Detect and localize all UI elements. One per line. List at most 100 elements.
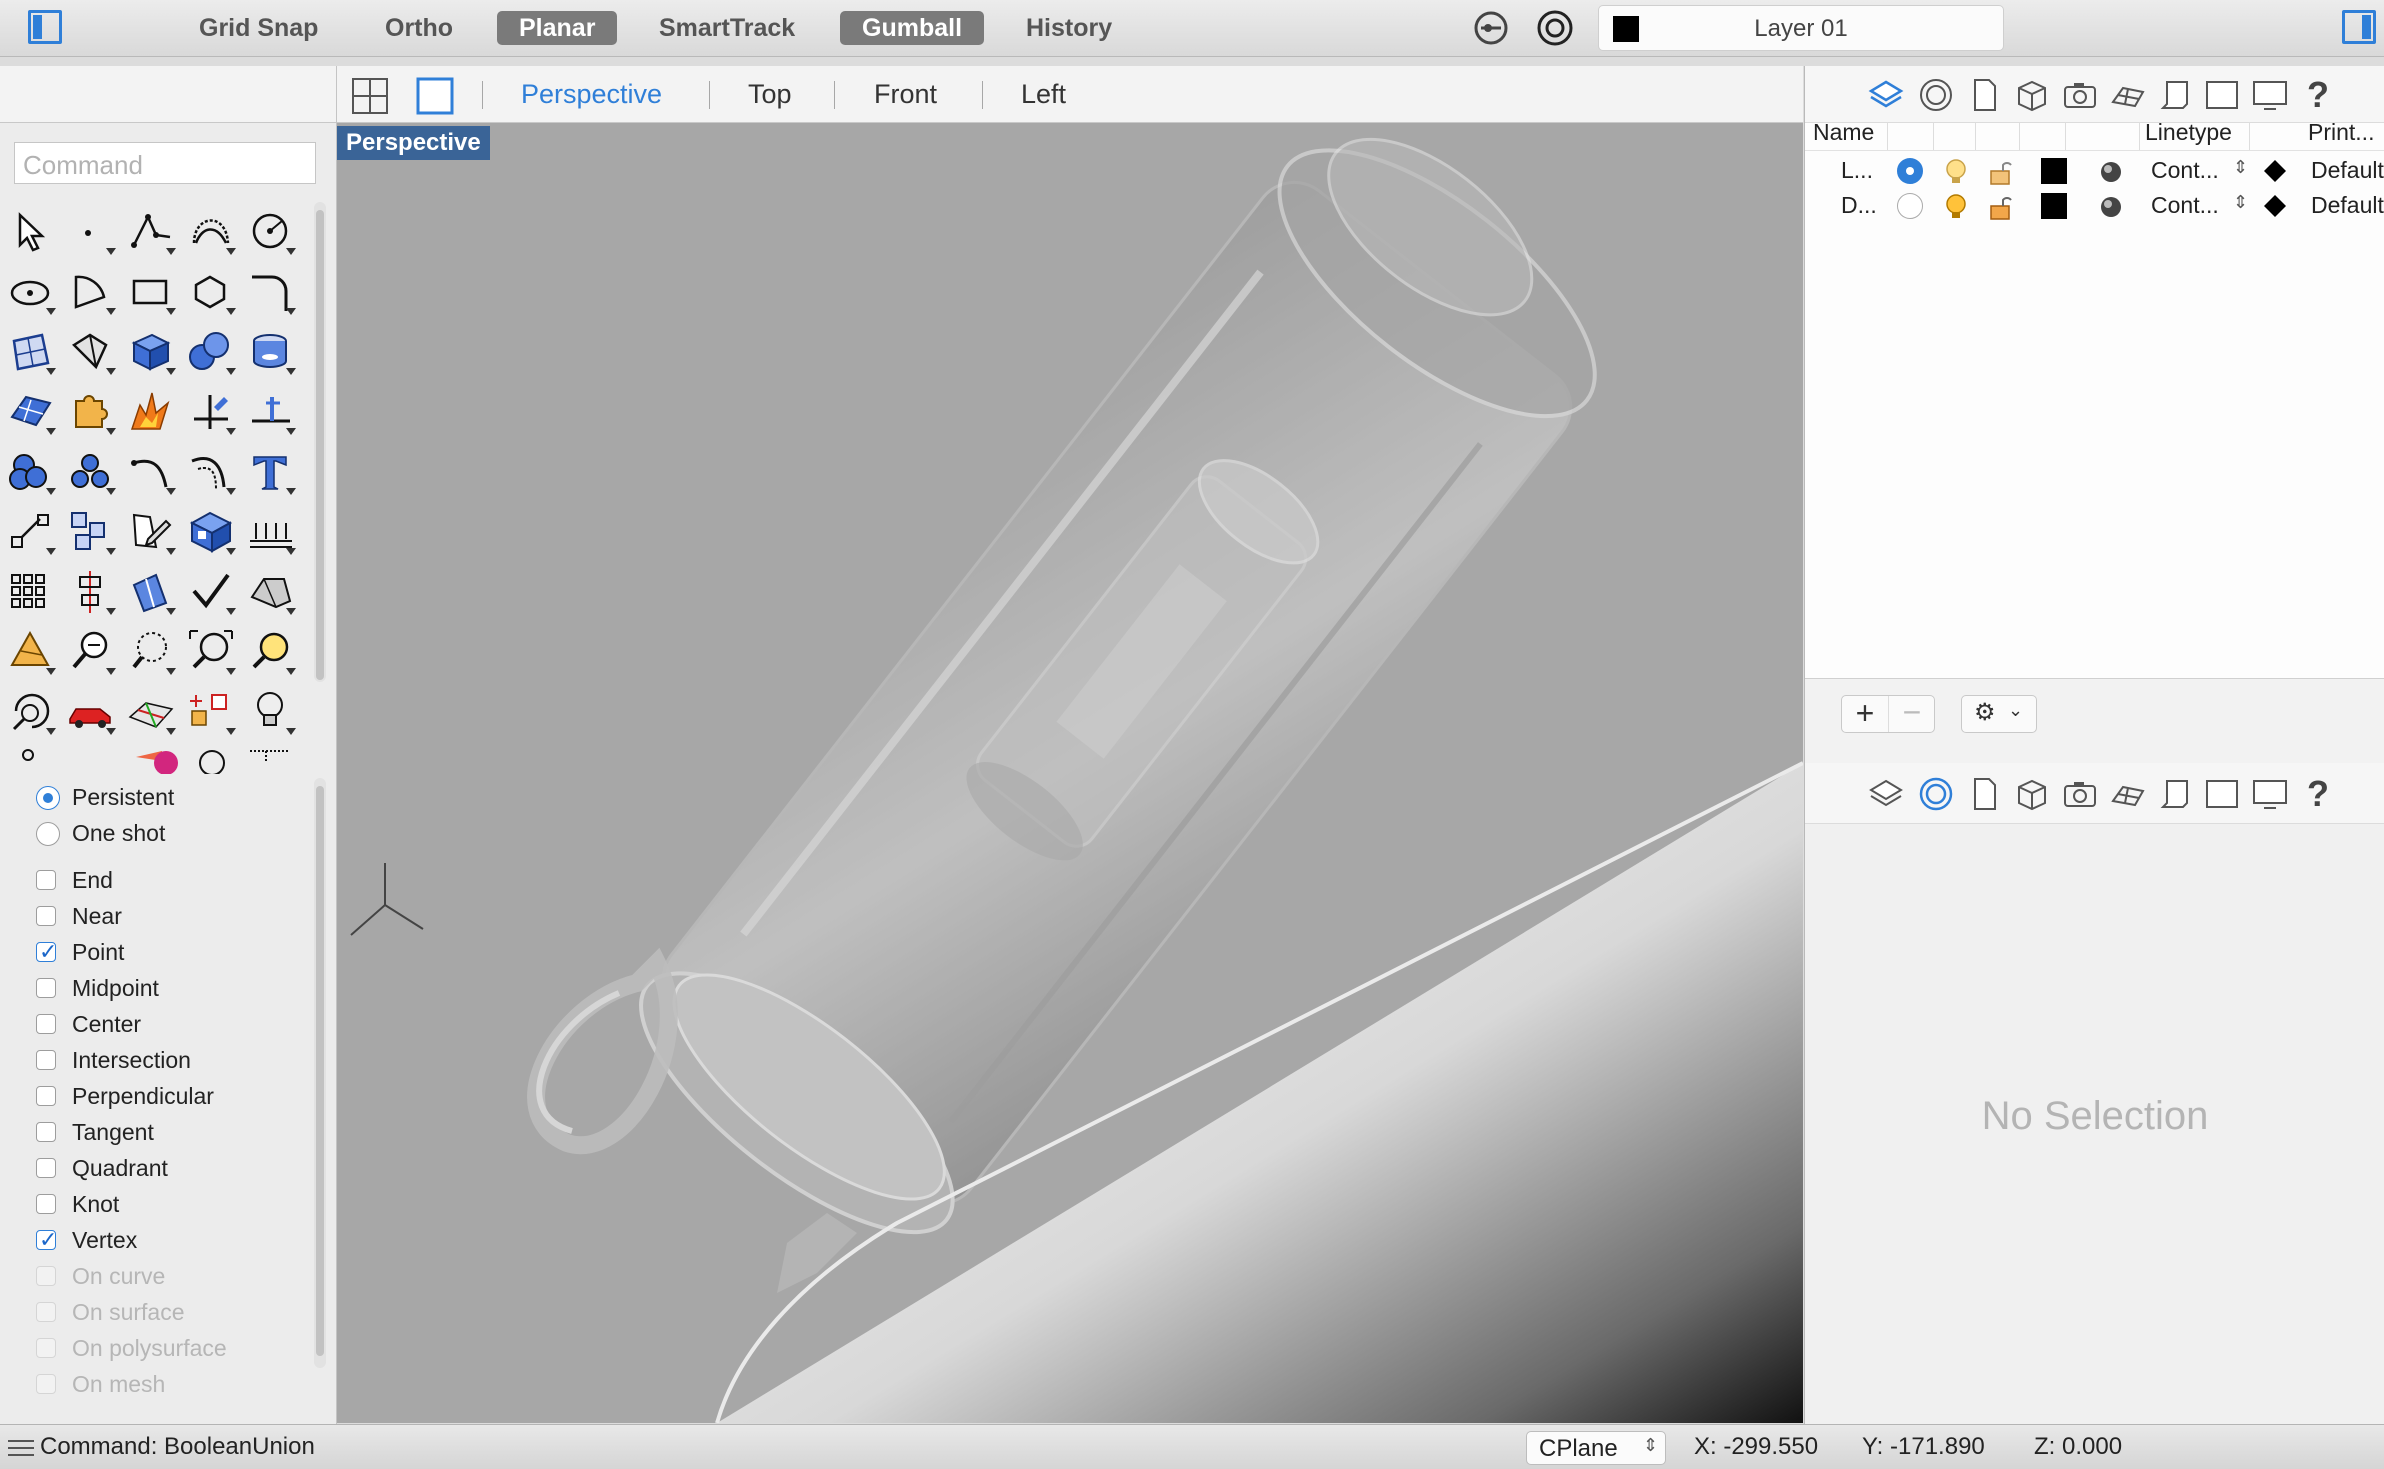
notes-scroll-icon[interactable]: [2157, 775, 2195, 813]
gumball-objects-icon[interactable]: [186, 687, 236, 737]
explode-icon[interactable]: [126, 387, 176, 437]
layer-col-print[interactable]: Print...: [2308, 119, 2374, 146]
osnap-scrollbar[interactable]: [314, 778, 326, 1368]
checkbox-intersection[interactable]: [36, 1050, 56, 1070]
tool-palette-scroll-thumb[interactable]: [316, 210, 324, 680]
linetype-stepper-icon[interactable]: ⇕: [2233, 157, 2248, 178]
gumball-toggle[interactable]: Gumball: [840, 11, 985, 45]
layer-print-width[interactable]: Default: [2311, 192, 2384, 219]
texture-mapping-icon[interactable]: [126, 687, 176, 737]
ortho-toggle[interactable]: Ortho: [363, 11, 475, 45]
help-icon[interactable]: ?: [2299, 773, 2337, 814]
split-icon[interactable]: [246, 387, 296, 437]
current-layer-radio[interactable]: [1897, 158, 1923, 184]
layer-unlocked-icon[interactable]: [1987, 193, 2013, 221]
record-history-icon[interactable]: [1473, 10, 1509, 46]
layer-visible-bulb-icon[interactable]: [1943, 158, 1969, 186]
checkbox-end[interactable]: [36, 870, 56, 890]
layer-options-button[interactable]: ⚙ ⌄: [1961, 695, 2037, 733]
layer-visible-bulb-icon[interactable]: [1943, 193, 1969, 221]
array-icon[interactable]: [66, 507, 116, 557]
blend-curve-icon[interactable]: [126, 447, 176, 497]
viewport-model[interactable]: [337, 123, 1803, 1423]
layers-icon[interactable]: [1867, 775, 1905, 813]
curve-icon[interactable]: [186, 207, 236, 257]
checkbox-knot[interactable]: [36, 1194, 56, 1214]
boolean-split-icon[interactable]: [66, 447, 116, 497]
arc-icon[interactable]: [66, 267, 116, 317]
rotate-view-icon[interactable]: [6, 687, 56, 737]
surface-corners-icon[interactable]: [6, 327, 56, 377]
layer-unlocked-icon[interactable]: [1987, 158, 2013, 186]
smarttrack-toggle[interactable]: SmartTrack: [637, 11, 817, 45]
remove-layer-button[interactable]: −: [1888, 696, 1935, 732]
layer-color-swatch[interactable]: [2041, 158, 2067, 184]
single-viewport-icon[interactable]: [416, 77, 454, 115]
puzzle-piece-icon[interactable]: [66, 387, 116, 437]
four-viewports-icon[interactable]: [351, 77, 389, 115]
notes-scroll-icon[interactable]: [2157, 76, 2195, 114]
checkbox-center[interactable]: [36, 1014, 56, 1034]
print-color-diamond-icon[interactable]: [2263, 159, 2287, 183]
fillet-curve-icon[interactable]: [246, 267, 296, 317]
light-bulb-icon[interactable]: [246, 687, 296, 737]
checkbox-point[interactable]: [36, 936, 57, 968]
layer-name[interactable]: D...: [1841, 192, 1877, 219]
polygon-icon[interactable]: [186, 267, 236, 317]
solid-edit-icon[interactable]: [186, 507, 236, 557]
texture-grid-icon[interactable]: [2109, 76, 2147, 114]
extrude-surface-icon[interactable]: [126, 567, 176, 617]
display-monitor-icon[interactable]: [2251, 775, 2289, 813]
extrude-curve-icon[interactable]: [66, 327, 116, 377]
tab-perspective[interactable]: Perspective: [521, 79, 662, 110]
layer-linetype[interactable]: Cont...: [2151, 157, 2219, 184]
command-history-menu-icon[interactable]: [8, 1439, 34, 1457]
object-box-icon[interactable]: [2013, 76, 2051, 114]
checkbox-vertex[interactable]: [36, 1224, 57, 1256]
offset-curve-icon[interactable]: [186, 447, 236, 497]
current-layer-selector[interactable]: Layer 01: [1598, 5, 2004, 51]
blank-panel-icon[interactable]: [2203, 76, 2241, 114]
cylinder-icon[interactable]: [246, 327, 296, 377]
lofted-surface-icon[interactable]: [6, 627, 56, 677]
trim-icon[interactable]: [186, 387, 236, 437]
print-color-diamond-icon[interactable]: [2263, 194, 2287, 218]
properties-icon[interactable]: [1917, 76, 1955, 114]
edit-points-icon[interactable]: [126, 507, 176, 557]
command-input[interactable]: Command: [14, 142, 316, 184]
checkbox-near[interactable]: [36, 906, 56, 926]
viewport-title-label[interactable]: Perspective: [337, 126, 490, 160]
text-icon[interactable]: [246, 447, 296, 497]
render-car-icon[interactable]: [66, 687, 116, 737]
layers-icon[interactable]: [1867, 76, 1905, 114]
display-monitor-icon[interactable]: [2251, 76, 2289, 114]
cplane-selector[interactable]: CPlane ⇕: [1526, 1431, 1666, 1465]
perspective-viewport[interactable]: Perspective: [337, 123, 1803, 1423]
camera-icon[interactable]: [2061, 775, 2099, 813]
planar-toggle[interactable]: Planar: [497, 11, 618, 45]
checkbox-midpoint[interactable]: [36, 978, 56, 998]
align-icon[interactable]: [66, 567, 116, 617]
grid-array-icon[interactable]: [6, 567, 56, 617]
linetype-stepper-icon[interactable]: ⇕: [2233, 192, 2248, 213]
zoom-selected-icon[interactable]: [246, 627, 296, 677]
checkbox-tangent[interactable]: [36, 1122, 56, 1142]
layer-print-width[interactable]: Default: [2311, 157, 2384, 184]
analyze-icon[interactable]: [246, 567, 296, 617]
radio-persistent[interactable]: [36, 786, 60, 810]
circle-icon[interactable]: [246, 207, 296, 257]
layer-col-linetype[interactable]: Linetype: [2145, 119, 2232, 146]
box-icon[interactable]: [126, 327, 176, 377]
blank-panel-icon[interactable]: [2203, 775, 2241, 813]
help-icon[interactable]: ?: [2299, 74, 2337, 115]
dimension-icon[interactable]: [246, 507, 296, 557]
layer-linetype[interactable]: Cont...: [2151, 192, 2219, 219]
layer-row[interactable]: D... Cont... ⇕ Default: [1805, 189, 2384, 223]
layer-material-icon[interactable]: [2099, 195, 2123, 219]
polyline-icon[interactable]: [126, 207, 176, 257]
move-icon[interactable]: [6, 507, 56, 557]
radio-oneshot[interactable]: [36, 822, 60, 846]
checkbox-quadrant[interactable]: [36, 1158, 56, 1178]
select-arrow-icon[interactable]: [6, 207, 56, 257]
zoom-extents-icon[interactable]: [186, 627, 236, 677]
